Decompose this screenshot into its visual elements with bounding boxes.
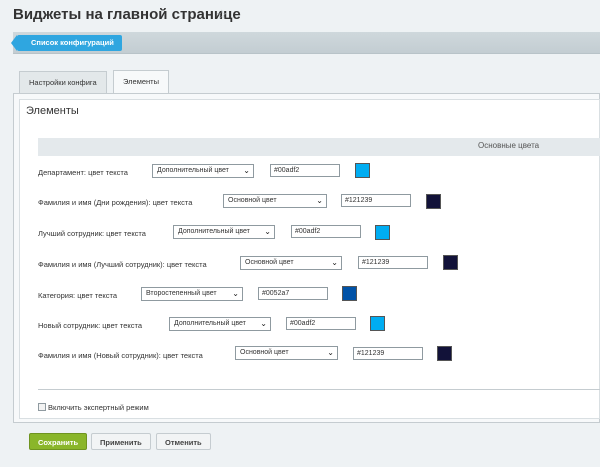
color-hex-input[interactable]: #00adf2 [270, 164, 340, 177]
chevron-down-icon: ⌄ [232, 289, 239, 298]
chevron-down-icon: ⌄ [331, 258, 338, 267]
color-hex-input[interactable]: #00adf2 [291, 225, 361, 238]
expert-mode-checkbox[interactable] [38, 403, 46, 411]
color-swatch[interactable] [375, 225, 390, 240]
color-hex-input[interactable]: #00adf2 [286, 317, 356, 330]
color-hex-input[interactable]: #0052a7 [258, 287, 328, 300]
color-type-select[interactable]: Дополнительный цвет ⌄ [152, 164, 254, 178]
chevron-down-icon: ⌄ [316, 196, 323, 205]
row-label: Новый сотрудник: цвет текста [38, 321, 143, 330]
row-label: Департамент: цвет текста [38, 168, 128, 177]
select-value: Дополнительный цвет [174, 320, 246, 327]
save-button[interactable]: Сохранить [29, 433, 88, 450]
color-type-select[interactable]: Основной цвет ⌄ [235, 346, 338, 360]
config-list-button[interactable]: Список конфигураций [11, 35, 122, 51]
color-hex-input[interactable]: #121239 [353, 347, 423, 360]
row-label: Фамилия и имя (Дни рождения): цвет текст… [38, 198, 193, 207]
color-swatch[interactable] [355, 163, 370, 178]
chevron-down-icon: ⌄ [260, 319, 267, 328]
color-type-select[interactable]: Второстепенный цвет ⌄ [141, 287, 243, 301]
color-type-select[interactable]: Дополнительный цвет ⌄ [169, 317, 271, 331]
chevron-down-icon: ⌄ [327, 348, 334, 357]
color-type-select[interactable]: Основной цвет ⌄ [223, 194, 327, 208]
cancel-button[interactable]: Отменить [156, 433, 211, 450]
color-type-select[interactable]: Основной цвет ⌄ [240, 256, 342, 270]
color-hex-input[interactable]: #121239 [358, 256, 428, 269]
star-icon[interactable]: ☆ [216, 7, 228, 23]
tab-config-settings[interactable]: Настройки конфига [19, 71, 107, 93]
row-label: Фамилия и имя (Новый сотрудник): цвет те… [38, 351, 203, 360]
expert-mode-label: Включить экспертный режим [48, 403, 149, 412]
color-swatch[interactable] [437, 346, 452, 361]
color-swatch[interactable] [342, 286, 357, 301]
chevron-down-icon: ⌄ [264, 227, 271, 236]
chevron-down-icon: ⌄ [243, 166, 250, 175]
select-value: Основной цвет [245, 259, 294, 266]
color-hex-input[interactable]: #121239 [341, 194, 411, 207]
select-value: Дополнительный цвет [178, 228, 250, 235]
apply-button[interactable]: Применить [91, 433, 151, 450]
section-title: Элементы [26, 105, 79, 117]
select-value: Основной цвет [228, 197, 277, 204]
colors-header-label: Основные цвета [478, 141, 540, 150]
divider [38, 389, 600, 390]
tab-elements[interactable]: Элементы [113, 70, 169, 94]
color-swatch[interactable] [426, 194, 441, 209]
row-label: Фамилия и имя (Лучший сотрудник): цвет т… [38, 260, 207, 269]
row-label: Категория: цвет текста [38, 291, 118, 300]
select-value: Основной цвет [240, 349, 289, 356]
color-type-select[interactable]: Дополнительный цвет ⌄ [173, 225, 275, 239]
page-title: Виджеты на главной странице [13, 6, 241, 23]
row-label: Лучший сотрудник: цвет текста [38, 229, 146, 238]
select-value: Дополнительный цвет [157, 167, 229, 174]
color-swatch[interactable] [370, 316, 385, 331]
select-value: Второстепенный цвет [146, 290, 217, 297]
color-swatch[interactable] [443, 255, 458, 270]
